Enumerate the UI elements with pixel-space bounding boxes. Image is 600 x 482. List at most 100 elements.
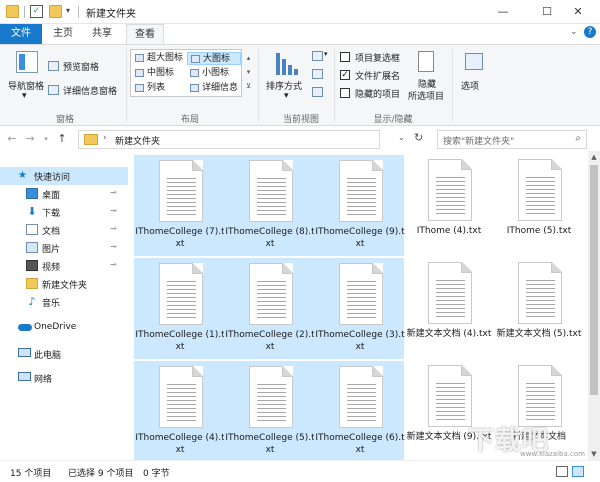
file-name: IThomeCollege (6).txt <box>315 433 405 455</box>
scrollbar-thumb[interactable] <box>590 165 598 395</box>
layout-label: 详细信息 <box>202 83 239 93</box>
details-pane-icon <box>48 85 59 95</box>
properties-icon[interactable]: ✓ <box>30 5 43 18</box>
nav-quick-access[interactable]: ★ 快速访问 <box>0 167 128 185</box>
recent-locations-icon[interactable]: ▾ <box>38 131 54 147</box>
details-view-icon[interactable] <box>556 466 568 477</box>
add-columns-button[interactable] <box>312 69 330 81</box>
layout-label: 中图标 <box>147 68 175 78</box>
minimize-button[interactable]: — <box>481 0 525 24</box>
layout-extra-large-icons[interactable]: 超大图标 <box>132 52 187 65</box>
nav-new-folder[interactable]: 新建文件夹 <box>0 275 128 293</box>
checkbox[interactable] <box>340 52 350 62</box>
customize-toolbar-icon[interactable]: ▾ <box>66 6 70 15</box>
file-item[interactable]: IThomeCollege (3).txt <box>314 258 405 359</box>
scroll-down-arrow-icon[interactable]: ▼ <box>588 448 600 460</box>
large-icons-view-icon[interactable] <box>572 466 584 477</box>
nav-label: 此电脑 <box>34 351 62 361</box>
details-pane-button[interactable]: 详细信息窗格 <box>48 83 128 97</box>
sort-by-button[interactable]: 排序方式 ▾ <box>264 49 310 105</box>
scroll-up-arrow-icon[interactable]: ▲ <box>588 151 600 163</box>
computer-icon <box>18 348 31 357</box>
options-label: 选项 <box>461 82 480 92</box>
divider <box>452 49 453 121</box>
extra-large-icons-icon <box>135 54 144 62</box>
size-columns-icon <box>312 87 323 97</box>
layout-list[interactable]: 列表 <box>132 82 187 95</box>
help-icon[interactable]: ? <box>584 26 596 38</box>
up-arrow-icon[interactable]: ↑ <box>54 131 70 147</box>
checkbox[interactable] <box>340 88 350 98</box>
layout-medium-icons[interactable]: 中图标 <box>132 67 187 80</box>
file-item[interactable]: IThomeCollege (5).txt <box>224 361 315 460</box>
search-box[interactable]: 搜索"新建文件夹" ⌕ <box>437 130 587 149</box>
divider <box>334 49 335 121</box>
size-columns-button[interactable] <box>312 87 330 99</box>
layout-gallery: 超大图标 大图标 中图标 小图标 列表 详细信息 <box>130 49 242 97</box>
chevron-right-icon[interactable]: › <box>103 133 107 143</box>
tab-home[interactable]: 主页 <box>46 24 80 44</box>
file-item[interactable]: IThomeCollege (8).txt <box>224 155 315 256</box>
group-by-button[interactable]: ▾ <box>312 50 330 63</box>
text-file-icon <box>339 263 383 325</box>
download-icon: ⬇ <box>27 205 37 218</box>
file-name: IThome (5).txt <box>506 226 572 236</box>
nav-onedrive[interactable]: OneDrive <box>0 319 128 337</box>
nav-desktop[interactable]: 桌面 ⊸ <box>0 185 128 203</box>
close-button[interactable]: ✕ <box>556 0 600 24</box>
layout-gallery-scroll[interactable]: ▴ ▾ ⊻ <box>244 51 253 95</box>
refresh-icon[interactable]: ↻ <box>414 131 423 144</box>
tab-share[interactable]: 共享 <box>85 24 119 44</box>
file-item[interactable]: IThomeCollege (2).txt <box>224 258 315 359</box>
file-name: IThomeCollege (5).txt <box>225 433 315 455</box>
address-path[interactable]: 新建文件夹 <box>115 134 160 147</box>
file-item[interactable]: IThome (4).txt <box>404 155 494 256</box>
nav-music[interactable]: ♪ 音乐 <box>0 293 128 311</box>
new-folder-icon[interactable] <box>49 5 62 18</box>
hidden-items-toggle[interactable]: 隐藏的项目 <box>340 87 410 100</box>
nav-pictures[interactable]: 图片 ⊸ <box>0 239 128 257</box>
file-item[interactable]: IThomeCollege (6).txt <box>314 361 405 460</box>
nav-network[interactable]: 网络 <box>0 369 128 387</box>
file-item[interactable]: IThomeCollege (7).txt <box>134 155 225 256</box>
divider <box>258 49 259 121</box>
file-item[interactable]: 新建文本文档 (4).txt <box>404 258 494 359</box>
chevron-down-icon: ▾ <box>324 50 328 58</box>
file-name: IThome (4).txt <box>416 226 482 236</box>
hide-selected-button[interactable]: 隐藏 所选项目 <box>406 49 448 105</box>
search-placeholder: 搜索"新建文件夹" <box>443 137 515 147</box>
file-item[interactable]: IThomeCollege (4).txt <box>134 361 225 460</box>
address-bar[interactable]: › 新建文件夹 <box>78 130 380 149</box>
layout-small-icons[interactable]: 小图标 <box>187 67 241 80</box>
file-extensions-toggle[interactable]: ✓ 文件扩展名 <box>340 69 410 82</box>
layout-large-icons[interactable]: 大图标 <box>187 52 241 65</box>
list-icon <box>135 84 144 92</box>
divider <box>126 49 127 121</box>
tab-file[interactable]: 文件 <box>0 24 42 44</box>
layout-label: 超大图标 <box>147 53 184 63</box>
item-checkboxes-toggle[interactable]: 项目复选框 <box>340 51 410 64</box>
nav-downloads[interactable]: ⬇ 下载 ⊸ <box>0 203 128 221</box>
nav-this-pc[interactable]: 此电脑 <box>0 345 128 363</box>
nav-documents[interactable]: 文档 ⊸ <box>0 221 128 239</box>
file-item[interactable]: IThomeCollege (1).txt <box>134 258 225 359</box>
selection-count: 已选择 9 个项目 <box>68 469 134 479</box>
back-arrow-icon[interactable]: ← <box>4 131 20 147</box>
file-item[interactable]: IThomeCollege (9).txt <box>314 155 405 256</box>
forward-arrow-icon[interactable]: → <box>22 131 38 147</box>
checkbox-checked[interactable]: ✓ <box>340 70 350 80</box>
options-button[interactable]: 选项 <box>456 49 490 105</box>
preview-pane-button[interactable]: 预览窗格 <box>48 59 128 73</box>
vertical-scrollbar[interactable]: ▲ ▼ <box>588 151 600 460</box>
search-icon[interactable]: ⌕ <box>575 133 581 144</box>
nav-videos[interactable]: 视频 ⊸ <box>0 257 128 275</box>
nav-label: 新建文件夹 <box>42 281 88 291</box>
address-dropdown-icon[interactable]: ⌄ <box>398 133 405 142</box>
file-item[interactable]: IThome (5).txt <box>494 155 584 256</box>
file-name: 新建文本文档 (5).txt <box>496 329 582 339</box>
tab-view[interactable]: 查看 <box>126 24 164 44</box>
navigation-pane-button[interactable]: 导航窗格 ▾ <box>6 49 56 109</box>
expand-ribbon-icon[interactable]: ⌄ <box>570 27 578 37</box>
file-item[interactable]: 新建文本文档 (5).txt <box>494 258 584 359</box>
layout-details[interactable]: 详细信息 <box>187 82 241 95</box>
